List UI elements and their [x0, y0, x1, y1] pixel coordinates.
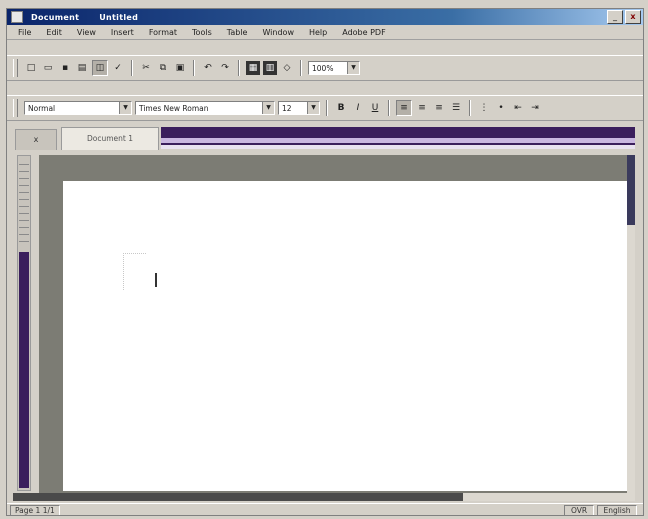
document-icon[interactable] — [11, 11, 23, 23]
menu-table[interactable]: Table — [224, 28, 251, 37]
text-boundary — [123, 253, 146, 290]
menu-window[interactable]: Window — [259, 28, 297, 37]
table-icon[interactable]: ▦ — [246, 61, 260, 75]
chevron-down-icon[interactable]: ▼ — [119, 102, 131, 114]
paste-icon[interactable]: ▣ — [173, 61, 187, 75]
align-right-icon[interactable]: ≡ — [432, 101, 446, 115]
menu-bar: File Edit View Insert Format Tools Table… — [7, 26, 643, 40]
vertical-ruler[interactable] — [17, 155, 31, 491]
formatting-toolbar: Normal ▼ Times New Roman ▼ 12 ▼ B I U ≡ … — [7, 95, 643, 121]
document-name: Untitled — [99, 12, 139, 22]
outdent-icon[interactable]: ⇤ — [511, 101, 525, 115]
close-button[interactable]: x — [625, 10, 641, 24]
minimize-button[interactable]: _ — [607, 10, 623, 24]
tab-close[interactable]: x — [15, 129, 57, 150]
style-select[interactable]: Normal ▼ — [24, 101, 132, 115]
title-bar[interactable]: Document Untitled _ x — [7, 9, 643, 25]
scroll-thumb[interactable] — [13, 493, 463, 501]
tab-document[interactable]: Document 1 — [61, 127, 159, 150]
vertical-scrollbar[interactable] — [627, 155, 635, 493]
application-window: Document Untitled _ x File Edit View Ins… — [6, 8, 644, 516]
status-language[interactable]: English — [597, 504, 637, 515]
bullets-icon[interactable]: • — [494, 101, 508, 115]
status-page: Page 1 1/1 — [10, 504, 60, 515]
tab-strip: x Document 1 — [13, 125, 635, 150]
document-page[interactable] — [63, 181, 627, 491]
horizontal-ruler[interactable] — [161, 127, 635, 149]
style-value: Normal — [28, 103, 56, 113]
spelling-icon[interactable]: ✓ — [111, 61, 125, 75]
menu-view[interactable]: View — [74, 28, 99, 37]
chevron-down-icon[interactable]: ▼ — [262, 102, 274, 114]
ruler-band — [161, 138, 635, 143]
zoom-select[interactable]: 100% ▼ — [308, 61, 360, 75]
horizontal-scrollbar[interactable] — [13, 493, 635, 501]
undo-icon[interactable]: ↶ — [201, 61, 215, 75]
menu-file[interactable]: File — [15, 28, 34, 37]
chevron-down-icon[interactable]: ▼ — [307, 102, 319, 114]
columns-icon[interactable]: ▥ — [263, 61, 277, 75]
print-icon[interactable]: ▤ — [75, 61, 89, 75]
menu-tools[interactable]: Tools — [189, 28, 215, 37]
document-area: x Document 1 — [13, 125, 635, 493]
toolbar-separator — [193, 60, 195, 76]
menu-insert[interactable]: Insert — [108, 28, 137, 37]
ruler-margin — [19, 252, 29, 488]
toolbar-separator — [300, 60, 302, 76]
ruler-band — [161, 145, 635, 149]
open-icon[interactable]: ▭ — [41, 61, 55, 75]
redo-icon[interactable]: ↷ — [218, 61, 232, 75]
status-ovr[interactable]: OVR — [564, 504, 594, 515]
preview-icon[interactable]: ◫ — [92, 60, 108, 76]
menu-format[interactable]: Format — [146, 28, 180, 37]
window-controls: _ x — [607, 10, 641, 24]
scroll-thumb[interactable] — [627, 155, 635, 225]
indent-icon[interactable]: ⇥ — [528, 101, 542, 115]
status-bar: Page 1 1/1 OVR English — [7, 503, 643, 515]
numbering-icon[interactable]: ⋮ — [477, 101, 491, 115]
toolbar-separator — [388, 100, 390, 116]
copy-icon[interactable]: ⧉ — [156, 61, 170, 75]
align-left-icon[interactable]: ≡ — [396, 100, 412, 116]
toolbar-grip[interactable] — [13, 59, 18, 77]
standard-toolbar: □ ▭ ▪ ▤ ◫ ✓ ✂ ⧉ ▣ ↶ ↷ ▦ ▥ ◇ 100% ▼ — [7, 55, 643, 81]
font-size-select[interactable]: 12 ▼ — [278, 101, 320, 115]
font-value: Times New Roman — [139, 103, 209, 113]
cut-icon[interactable]: ✂ — [139, 61, 153, 75]
menu-edit[interactable]: Edit — [43, 28, 65, 37]
toolbar-separator — [238, 60, 240, 76]
italic-button[interactable]: I — [351, 101, 365, 115]
app-name: Document — [31, 12, 80, 22]
new-icon[interactable]: □ — [24, 61, 38, 75]
toolbar-separator — [469, 100, 471, 116]
save-icon[interactable]: ▪ — [58, 61, 72, 75]
menu-adobe-pdf[interactable]: Adobe PDF — [339, 28, 388, 37]
toolbar-separator — [131, 60, 133, 76]
drawing-icon[interactable]: ◇ — [280, 61, 294, 75]
justify-icon[interactable]: ☰ — [449, 101, 463, 115]
underline-button[interactable]: U — [368, 101, 382, 115]
ruler-ticks — [19, 158, 29, 244]
toolbar-separator — [326, 100, 328, 116]
text-cursor — [155, 273, 157, 287]
bold-button[interactable]: B — [334, 101, 348, 115]
align-center-icon[interactable]: ≡ — [415, 101, 429, 115]
toolbar-grip[interactable] — [13, 99, 18, 117]
chevron-down-icon[interactable]: ▼ — [347, 62, 359, 74]
font-select[interactable]: Times New Roman ▼ — [135, 101, 275, 115]
font-size-value: 12 — [282, 103, 292, 113]
menu-help[interactable]: Help — [306, 28, 330, 37]
zoom-value: 100% — [312, 63, 334, 73]
